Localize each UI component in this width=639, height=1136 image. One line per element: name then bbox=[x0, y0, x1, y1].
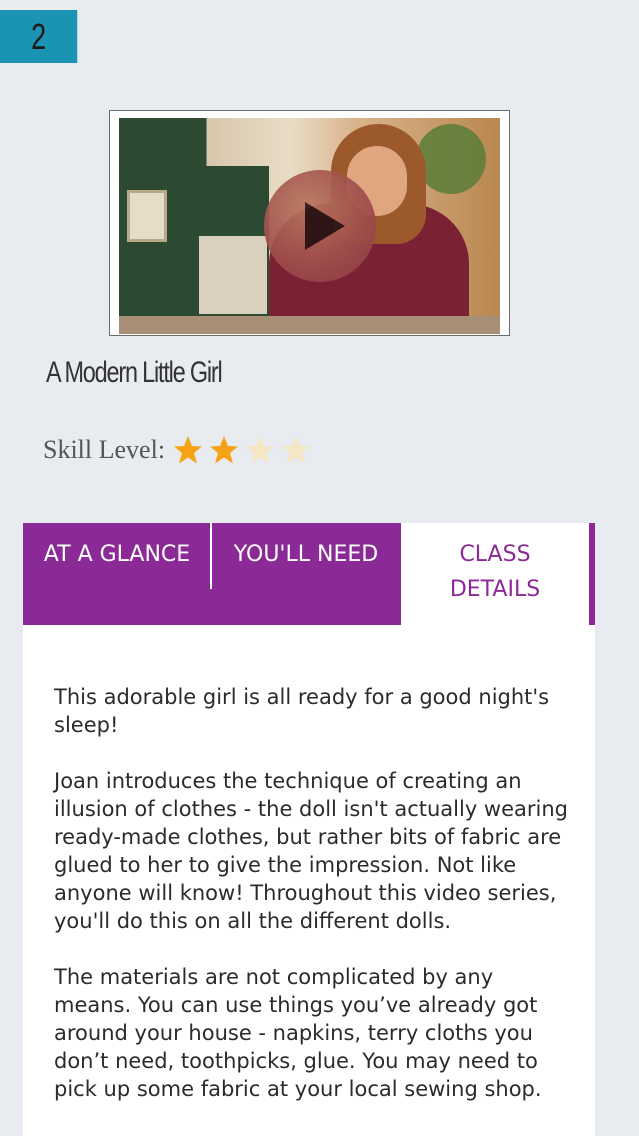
skill-level: Skill Level: bbox=[43, 430, 311, 470]
class-page: 2 A Modern Little Girl Skill Level: AT A… bbox=[0, 0, 639, 1136]
class-details-text: This adorable girl is all ready for a go… bbox=[54, 683, 569, 1131]
play-icon bbox=[305, 202, 345, 250]
video-player[interactable] bbox=[109, 110, 510, 336]
tab-divider bbox=[210, 523, 212, 589]
details-paragraph-2: Joan introduces the technique of creatin… bbox=[54, 769, 568, 933]
details-paragraph-3: The materials are not complicated by any… bbox=[54, 965, 542, 1101]
thumbnail-picture-frame bbox=[127, 190, 167, 242]
lesson-number-badge: 2 bbox=[0, 10, 78, 63]
skill-rating-stars bbox=[173, 435, 311, 465]
tab-youll-need[interactable]: YOU'LL NEED bbox=[211, 523, 401, 625]
thumbnail-drawers bbox=[197, 234, 269, 316]
skill-level-label: Skill Level: bbox=[43, 435, 166, 464]
star-empty-icon bbox=[281, 435, 311, 465]
class-title: A Modern Little Girl bbox=[46, 356, 223, 389]
tab-at-a-glance[interactable]: AT A GLANCE bbox=[23, 523, 211, 625]
thumbnail-table bbox=[119, 316, 500, 334]
tab-bar-underline bbox=[23, 619, 401, 625]
details-card: AT A GLANCE YOU'LL NEED CLASS DETAILS Th… bbox=[23, 523, 595, 1136]
play-button[interactable] bbox=[264, 170, 376, 282]
tab-bar: AT A GLANCE YOU'LL NEED CLASS DETAILS bbox=[23, 523, 595, 625]
star-filled-icon bbox=[209, 435, 239, 465]
tab-class-details[interactable]: CLASS DETAILS bbox=[401, 523, 595, 625]
video-thumbnail[interactable] bbox=[119, 118, 500, 334]
star-filled-icon bbox=[173, 435, 203, 465]
star-empty-icon bbox=[245, 435, 275, 465]
tab-class-details-label: CLASS DETAILS bbox=[449, 542, 541, 602]
details-paragraph-1: This adorable girl is all ready for a go… bbox=[54, 685, 550, 737]
